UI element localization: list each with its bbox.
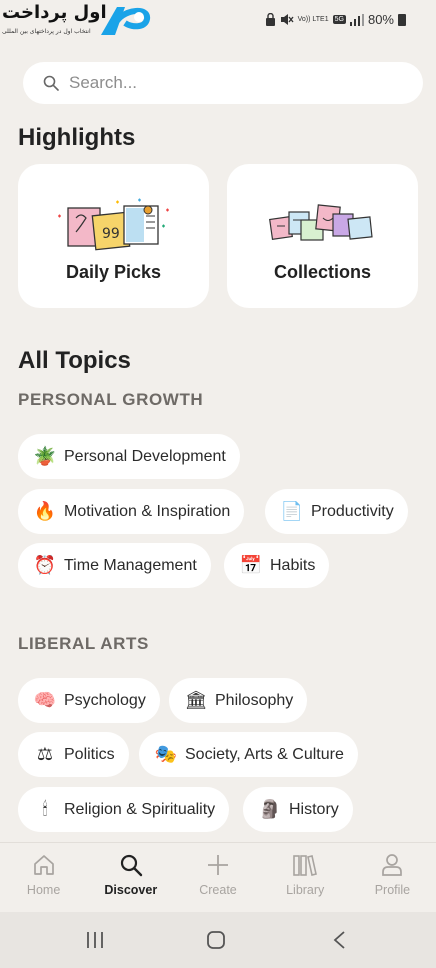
lock-icon xyxy=(265,13,275,26)
chip-label: Habits xyxy=(270,556,316,574)
volte-indicator: Vo)) LTE1 xyxy=(297,16,329,23)
chip-habits[interactable]: 📅 Habits xyxy=(224,543,330,588)
document-icon: 📄 xyxy=(280,501,304,521)
chip-religion-spirituality[interactable]: 🕯 Religion & Spirituality xyxy=(18,787,230,832)
alarm-clock-icon: ⏰ xyxy=(33,555,57,575)
search-bar[interactable]: Search... xyxy=(23,62,423,104)
chip-society-arts-culture[interactable]: 🎭 Society, Arts & Culture xyxy=(139,732,358,777)
chip-politics[interactable]: ⚖ Politics xyxy=(18,732,129,777)
nav-discover-label: Discover xyxy=(104,883,158,897)
library-icon xyxy=(293,855,318,876)
nav-create-label: Create xyxy=(199,883,237,897)
watermark-text: اول پرداخت xyxy=(2,2,107,23)
daily-picks-card[interactable]: 99 Daily Picks xyxy=(18,164,209,308)
system-navigation-bar xyxy=(0,912,436,968)
battery-percent: 80% xyxy=(367,12,394,27)
chip-philosophy[interactable]: 🏛 Philosophy xyxy=(169,678,308,723)
calendar-icon: 📅 xyxy=(239,555,263,575)
chip-label: Personal Development xyxy=(64,447,226,465)
back-icon[interactable] xyxy=(332,930,346,950)
chip-label: Religion & Spirituality xyxy=(64,800,216,818)
chip-label: History xyxy=(289,800,339,818)
plus-icon xyxy=(208,855,228,875)
chip-label: Society, Arts & Culture xyxy=(185,745,344,763)
profile-icon xyxy=(382,854,403,876)
balance-scale-icon: ⚖ xyxy=(36,744,54,764)
collections-illustration xyxy=(268,204,373,241)
collections-label: Collections xyxy=(273,262,371,282)
chip-time-management[interactable]: ⏰ Time Management xyxy=(18,543,211,588)
bottom-navigation: Home Discover Create Library Profile xyxy=(0,842,436,912)
all-topics-title: All Topics xyxy=(18,347,131,374)
nav-library-label: Library xyxy=(286,883,325,897)
daily-picks-label: Daily Picks xyxy=(65,262,162,282)
search-icon xyxy=(120,854,142,877)
chip-label: Time Management xyxy=(64,556,197,574)
chip-history[interactable]: 🗿 History xyxy=(243,787,353,832)
battery-icon xyxy=(398,13,406,26)
chip-productivity[interactable]: 📄 Productivity xyxy=(265,489,408,534)
highlights-title: Highlights xyxy=(18,124,136,151)
chip-psychology[interactable]: 🧠 Psychology xyxy=(18,678,160,723)
home-icon xyxy=(33,855,54,875)
brain-icon: 🧠 xyxy=(33,690,57,710)
nav-home[interactable]: Home xyxy=(0,843,87,912)
chip-label: Philosophy xyxy=(215,691,294,709)
signal-icon xyxy=(349,13,364,26)
search-icon xyxy=(43,75,59,91)
classical-building-icon: 🏛 xyxy=(184,690,208,710)
category-title-liberal-arts: LIBERAL ARTS xyxy=(18,634,149,653)
home-button-icon[interactable] xyxy=(206,930,226,950)
nav-home-label: Home xyxy=(26,883,61,897)
status-bar: اول پرداخت انتخاب اول در پرداختهای بین ا… xyxy=(0,0,436,40)
chip-motivation-inspiration[interactable]: 🔥 Motivation & Inspiration xyxy=(18,489,245,534)
nav-profile-label: Profile xyxy=(374,883,411,897)
chip-label: Productivity xyxy=(311,502,394,520)
network-type: 5G xyxy=(332,15,346,24)
candle-icon: 🕯 xyxy=(42,799,48,819)
daily-picks-illustration: 99 xyxy=(57,198,169,251)
mute-icon xyxy=(280,14,294,25)
chip-personal-development[interactable]: 🪴 Personal Development xyxy=(18,434,240,479)
chip-label: Psychology xyxy=(64,691,146,709)
nav-profile[interactable]: Profile xyxy=(349,843,436,912)
theater-masks-icon: 🎭 xyxy=(154,744,178,764)
nav-discover[interactable]: Discover xyxy=(87,843,174,912)
chip-label: Politics xyxy=(64,745,115,763)
potted-plant-icon: 🪴 xyxy=(33,446,57,466)
nav-library[interactable]: Library xyxy=(262,843,349,912)
watermark-subtext: انتخاب اول در پرداختهای بین المللی xyxy=(2,28,91,35)
category-title-personal-growth: PERSONAL GROWTH xyxy=(18,390,204,409)
collections-card[interactable]: Collections xyxy=(227,164,418,308)
fire-icon: 🔥 xyxy=(33,501,57,521)
svg-text:99: 99 xyxy=(102,226,120,242)
search-placeholder: Search... xyxy=(69,73,138,92)
chip-label: Motivation & Inspiration xyxy=(64,502,231,520)
recent-apps-icon[interactable] xyxy=(86,930,104,950)
moai-icon: 🗿 xyxy=(258,799,282,819)
nav-create[interactable]: Create xyxy=(174,843,261,912)
watermark-emblem-icon xyxy=(101,7,150,35)
status-icons: Vo)) LTE1 5G 80% xyxy=(265,12,406,27)
watermark-logo: اول پرداخت انتخاب اول در پرداختهای بین ا… xyxy=(0,0,160,40)
